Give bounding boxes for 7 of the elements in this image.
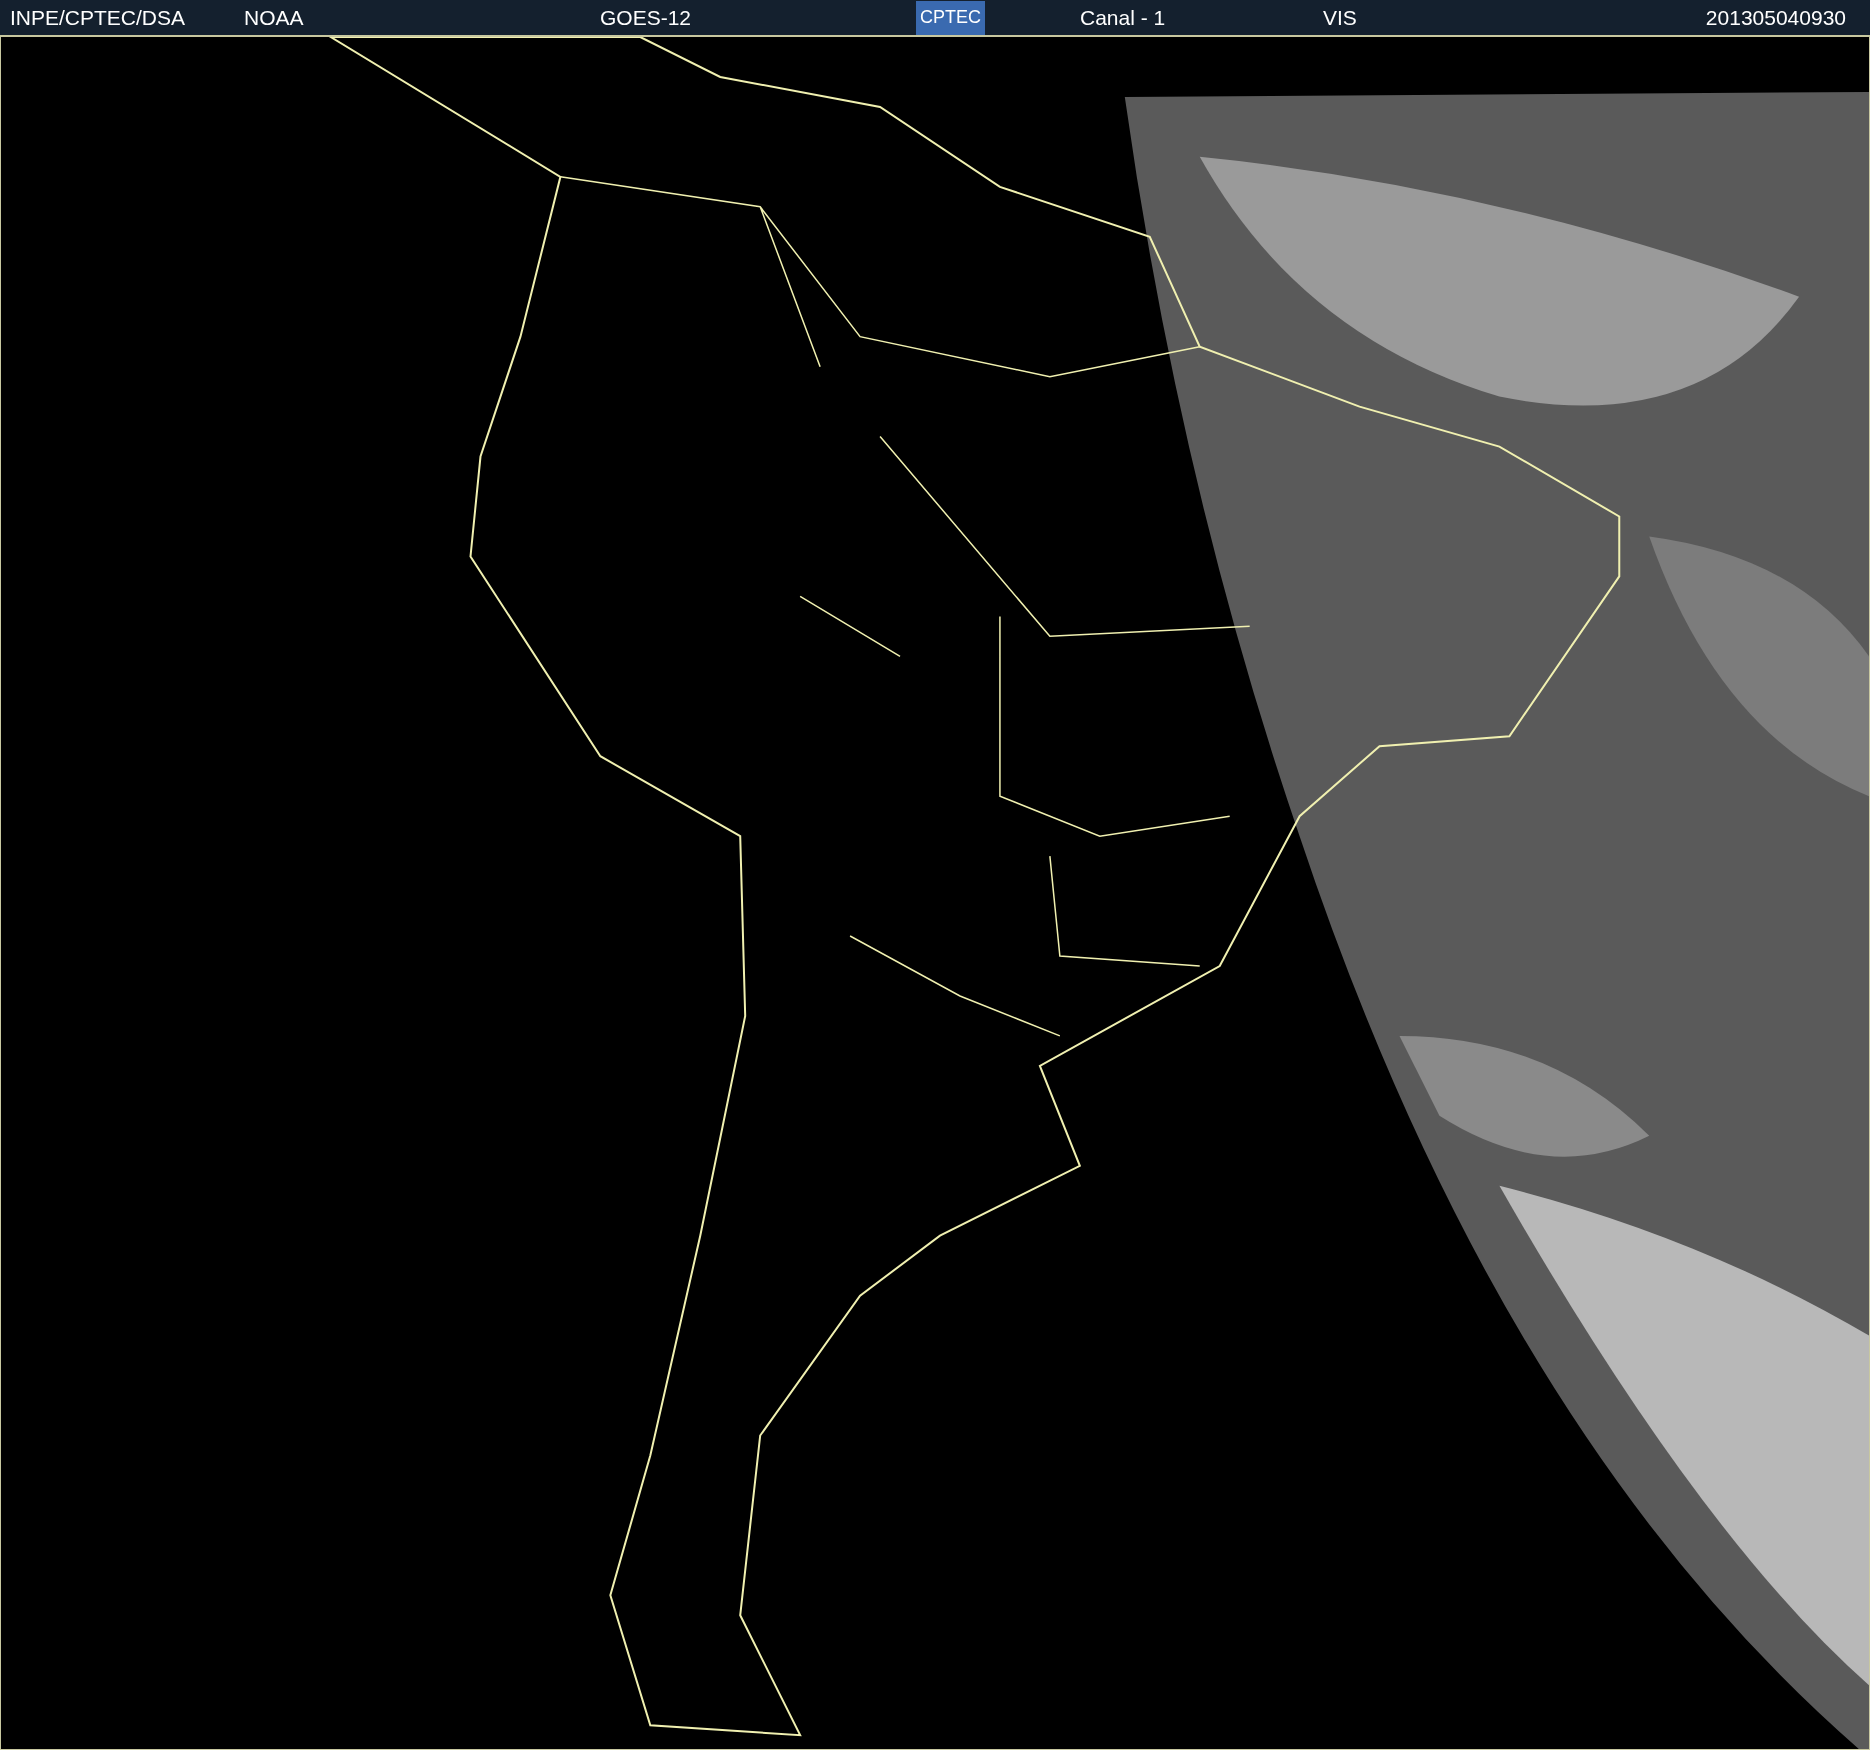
satellite-label: GOES-12 [600,4,693,31]
channel-label: Canal - 1 [1080,4,1167,31]
band-label: VIS [1323,4,1357,31]
source-label: INPE/CPTEC/DSA [10,4,187,31]
timestamp-label: 201305040930 [1705,4,1847,31]
logo: CPTEC [916,0,985,35]
agency-label: NOAA [244,4,305,31]
